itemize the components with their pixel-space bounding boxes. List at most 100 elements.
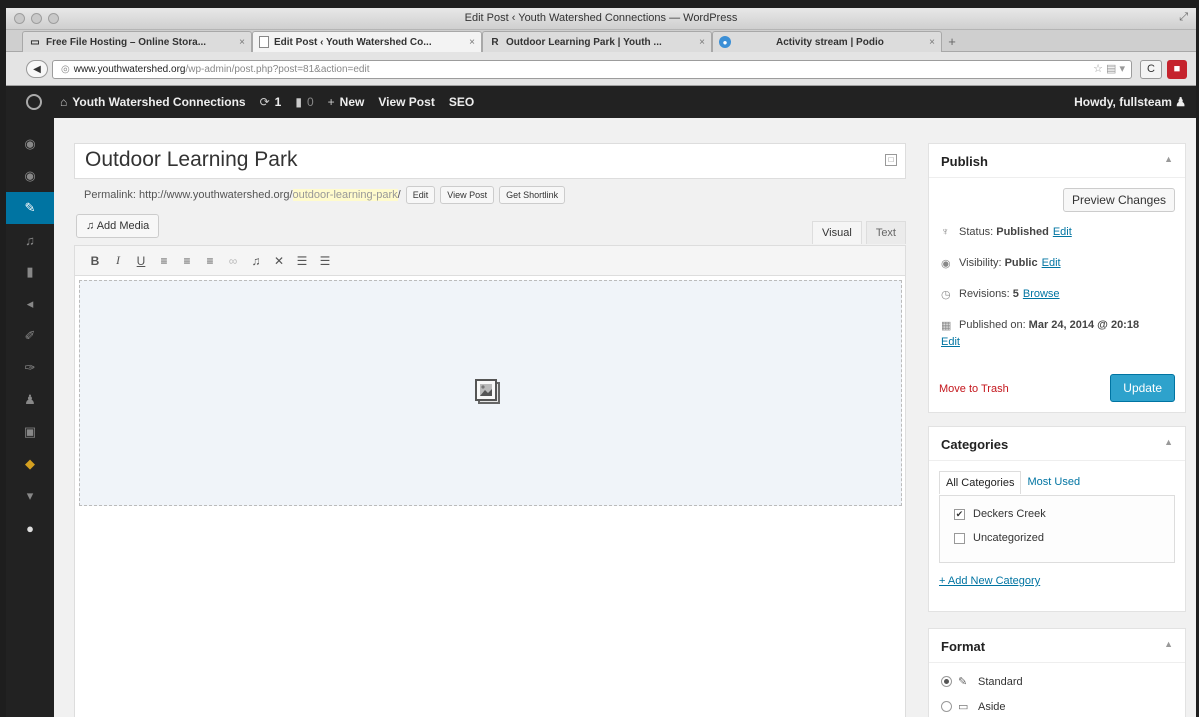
users-icon[interactable]: ♟ [6,384,54,416]
window-titlebar: Edit Post ‹ Youth Watershed Connections … [6,8,1196,30]
appearance-icon[interactable]: ✐ [6,320,54,352]
tab-label: Outdoor Learning Park | Youth ... [506,36,662,48]
get-shortlink-button[interactable]: Get Shortlink [499,186,566,204]
permalink-base: http://www.youthwatershed.org/ [139,189,293,201]
italic-icon[interactable]: I [112,253,124,268]
wordpress-logo-icon[interactable] [26,94,42,110]
back-button[interactable]: ◀ [26,60,48,78]
checkbox[interactable] [954,532,965,544]
view-post-button[interactable]: View Post [440,186,495,204]
plugins-icon[interactable]: ✑ [6,352,54,384]
browse-revisions-link[interactable]: Browse [1023,288,1060,300]
refresh-icon: ⟳ [259,95,270,109]
link-icon[interactable]: ∞ [227,254,239,268]
view-post-link[interactable]: View Post [378,95,434,109]
post-title-input[interactable]: Outdoor Learning Park □ [74,143,906,179]
categories-box: Categories ▲ All Categories Most Used ✔ De… [928,426,1186,612]
dashboard-icon[interactable]: ◉ [6,128,54,160]
categories-heading[interactable]: Categories ▲ [929,427,1185,461]
fullscreen-icon[interactable]: ⤢ [1179,11,1188,24]
format-box: Format ▲ ✎ Standard ▭ Aside [928,628,1186,717]
permalink-row: Permalink: http://www.youthwatershed.org… [84,186,566,204]
bullet-list-icon[interactable]: ☰ [296,254,308,268]
tab-visual[interactable]: Visual [812,221,862,244]
browser-tab-outdoor-learning[interactable]: R Outdoor Learning Park | Youth ... × [482,31,712,52]
publish-heading[interactable]: Publish ▲ [929,144,1185,178]
new-tab-button[interactable]: + [942,31,962,52]
add-media-button[interactable]: ♫ Add Media [76,214,160,238]
seo-menu-icon[interactable]: ▾ [6,480,54,512]
site-name-link[interactable]: ⌂ Youth Watershed Connections [60,95,246,109]
edit-permalink-button[interactable]: Edit [405,186,436,204]
close-tab-icon[interactable]: × [239,37,245,48]
jetpack-icon[interactable]: ◉ [6,160,54,192]
media-icon[interactable]: ♫ [6,224,54,256]
new-content-link[interactable]: + New [328,95,365,109]
user-account-menu[interactable]: Howdy, fullsteam ♟ [1074,95,1186,109]
align-left-icon[interactable]: ≡ [158,254,170,268]
permalink-slug[interactable]: outdoor-learning-park [292,189,398,201]
browser-window: Edit Post ‹ Youth Watershed Connections … [6,8,1196,717]
calendar-icon: ▦ [941,320,952,332]
comments-link[interactable]: ▮ 0 [295,95,313,109]
seo-link[interactable]: SEO [449,95,474,109]
format-heading[interactable]: Format ▲ [929,629,1185,663]
extension-icon[interactable]: ■ [1167,60,1187,79]
tab-text[interactable]: Text [865,221,906,244]
checkbox-checked[interactable]: ✔ [954,508,965,520]
edit-date-link[interactable]: Edit [941,336,1177,348]
publish-box: Publish ▲ Preview Changes ♆ Status: Publish… [928,143,1186,413]
permalink-label: Permalink: [84,189,136,201]
published-date-row: ▦ Published on: Mar 24, 2014 @ 20:18 Edit [941,319,1177,348]
bookmark-star-icon[interactable]: ☆ ▤ ▾ [1093,61,1125,78]
url-domain: www.youthwatershed.org [73,64,186,75]
collapse-arrow-icon[interactable]: ▲ [1164,639,1173,649]
underline-icon[interactable]: U [135,254,147,268]
numbered-list-icon[interactable]: ☰ [319,254,331,268]
collapse-arrow-icon[interactable]: ▲ [1164,437,1173,447]
tools-icon[interactable]: ▣ [6,416,54,448]
permalink-tail: / [397,189,401,201]
format-option-standard[interactable]: ✎ Standard [941,675,1023,688]
tab-most-used[interactable]: Most Used [1021,471,1086,494]
post-content-editor[interactable] [74,275,906,717]
tab-all-categories[interactable]: All Categories [939,471,1022,494]
preview-changes-button[interactable]: Preview Changes [1062,188,1175,212]
align-right-icon[interactable]: ≡ [204,254,216,268]
add-new-category-link[interactable]: + Add New Category [939,575,1040,587]
move-to-trash-link[interactable]: Move to Trash [939,383,1009,395]
site-favicon-icon: R [491,36,499,48]
browser-tab-file-hosting[interactable]: ▭ Free File Hosting – Online Stora... × [22,31,252,52]
gallery-placeholder[interactable] [79,280,902,506]
update-button[interactable]: Update [1110,374,1175,402]
close-tab-icon[interactable]: × [469,37,475,48]
url-field[interactable]: ◎ www.youthwatershed.org/wp-admin/post.ph… [52,60,1132,79]
category-item[interactable]: Uncategorized [954,532,1044,544]
media-icon: ♫ [86,220,95,232]
fullscreen-icon[interactable]: ✕ [273,254,285,268]
radio[interactable] [941,701,952,712]
insert-media-icon[interactable]: ♫ [250,254,262,268]
collapse-arrow-icon[interactable]: ▲ [1164,154,1173,164]
settings-icon[interactable]: ◆ [6,448,54,480]
bold-icon[interactable]: B [89,254,101,268]
comments-icon[interactable]: ◂ [6,288,54,320]
posts-icon[interactable]: ✎ [6,192,54,224]
edit-visibility-link[interactable]: Edit [1042,257,1061,269]
format-option-aside[interactable]: ▭ Aside [941,700,1006,713]
updates-link[interactable]: ⟳ 1 [260,95,282,109]
browser-tab-edit-post[interactable]: Edit Post ‹ Youth Watershed Co... × [252,31,482,52]
align-center-icon[interactable]: ≡ [181,254,193,268]
title-help-icon[interactable]: □ [885,154,897,166]
pages-icon[interactable]: ▮ [6,256,54,288]
plus-icon: + [327,95,335,109]
edit-status-link[interactable]: Edit [1053,226,1072,238]
revisions-row: ◷ Revisions: 5 Browse [941,288,1060,301]
close-tab-icon[interactable]: × [699,37,705,48]
collapse-menu-icon[interactable]: ● [6,512,54,544]
reload-button[interactable]: C [1140,60,1162,79]
browser-tab-podio[interactable]: ● Activity stream | Podio × [712,31,942,52]
close-tab-icon[interactable]: × [929,37,935,48]
category-item[interactable]: ✔ Deckers Creek [954,508,1046,520]
radio-selected[interactable] [941,676,952,687]
